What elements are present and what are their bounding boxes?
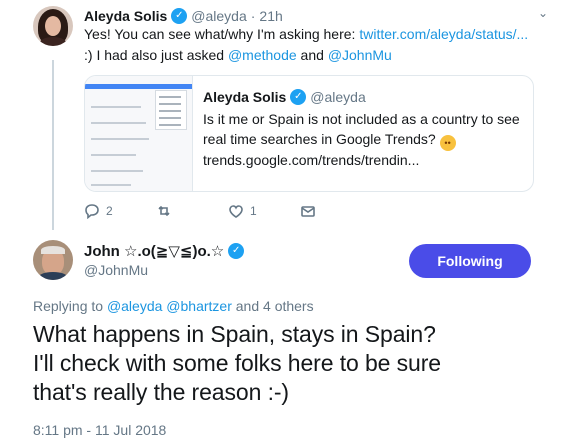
- main-tweet-line: I'll check with some folks here to be su…: [33, 350, 441, 376]
- tweet-time[interactable]: 21h: [259, 8, 282, 24]
- replying-to-prefix: Replying to: [33, 298, 107, 314]
- quoted-tweet-thumbnail: [85, 76, 193, 191]
- replying-to: Replying to @aleyda @bhartzer and 4 othe…: [33, 298, 314, 314]
- mention-link[interactable]: @methode: [228, 47, 297, 63]
- verified-badge-icon: ✓: [228, 243, 245, 259]
- direct-message-button[interactable]: [300, 203, 316, 219]
- mail-icon: [301, 206, 315, 217]
- heart-icon: [229, 205, 243, 218]
- verified-badge-icon: ✓: [171, 8, 188, 24]
- reply-button[interactable]: 2: [84, 203, 156, 219]
- replying-to-users[interactable]: @aleyda @bhartzer: [107, 298, 232, 314]
- replying-to-suffix[interactable]: and 4 others: [232, 298, 314, 314]
- author-name[interactable]: Aleyda Solis: [84, 8, 167, 24]
- tweet-header: Aleyda Solis ✓ @aleyda · 21h: [84, 8, 283, 24]
- retweet-icon: [158, 205, 170, 217]
- retweet-button[interactable]: [156, 203, 228, 219]
- author-name[interactable]: John ☆.o(≧▽≦)o.☆: [84, 242, 224, 260]
- reply-count: 2: [106, 204, 113, 218]
- quoted-tweet-url: trends.google.com/trends/trendin...: [203, 152, 420, 168]
- quoted-tweet-header: Aleyda Solis ✓ @aleyda: [203, 89, 366, 105]
- tweet-link[interactable]: twitter.com/aleyda/status/...: [359, 26, 528, 42]
- author-handle[interactable]: @JohnMu: [84, 262, 148, 278]
- tweet-text: Yes! You can see what/why I'm asking her…: [84, 24, 534, 66]
- quoted-tweet-text: Is it me or Spain is not included as a c…: [203, 109, 523, 151]
- separator-dot: ·: [250, 8, 256, 24]
- thread-connector-line: [52, 60, 54, 230]
- author-avatar[interactable]: [33, 6, 73, 46]
- following-button[interactable]: Following: [409, 244, 531, 278]
- quoted-tweet-card[interactable]: Aleyda Solis ✓ @aleyda Is it me or Spain…: [84, 75, 534, 192]
- tweet-timestamp[interactable]: 8:11 pm - 11 Jul 2018: [33, 422, 166, 438]
- main-tweet-line: What happens in Spain, stays in Spain?: [33, 321, 436, 347]
- main-tweet-text: What happens in Spain, stays in Spain? I…: [33, 320, 543, 407]
- quoted-text: Is it me or Spain is not included as a c…: [203, 111, 520, 147]
- tweet-text-part: and: [296, 47, 328, 63]
- tweet-text-part: Yes! You can see what/why I'm asking her…: [84, 26, 360, 42]
- chevron-down-icon[interactable]: ⌄: [538, 6, 548, 20]
- mention-link[interactable]: @JohnMu: [328, 47, 392, 63]
- like-button[interactable]: 1: [228, 203, 300, 219]
- quoted-author-name: Aleyda Solis: [203, 89, 287, 105]
- verified-badge-icon: ✓: [290, 89, 307, 105]
- main-tweet-header: John ☆.o(≧▽≦)o.☆ ✓: [84, 242, 245, 260]
- main-tweet-line: that's really the reason :-): [33, 379, 289, 405]
- author-avatar[interactable]: [33, 240, 73, 280]
- author-handle[interactable]: @aleyda: [191, 8, 246, 24]
- reply-icon: [85, 204, 99, 219]
- tweet-actions: 2 1: [84, 203, 316, 219]
- tweet-text-part: :) I had also just asked: [84, 47, 228, 63]
- flushed-face-emoji-icon: ••: [439, 135, 456, 151]
- quoted-author-handle: @aleyda: [310, 89, 366, 105]
- like-count: 1: [250, 204, 257, 218]
